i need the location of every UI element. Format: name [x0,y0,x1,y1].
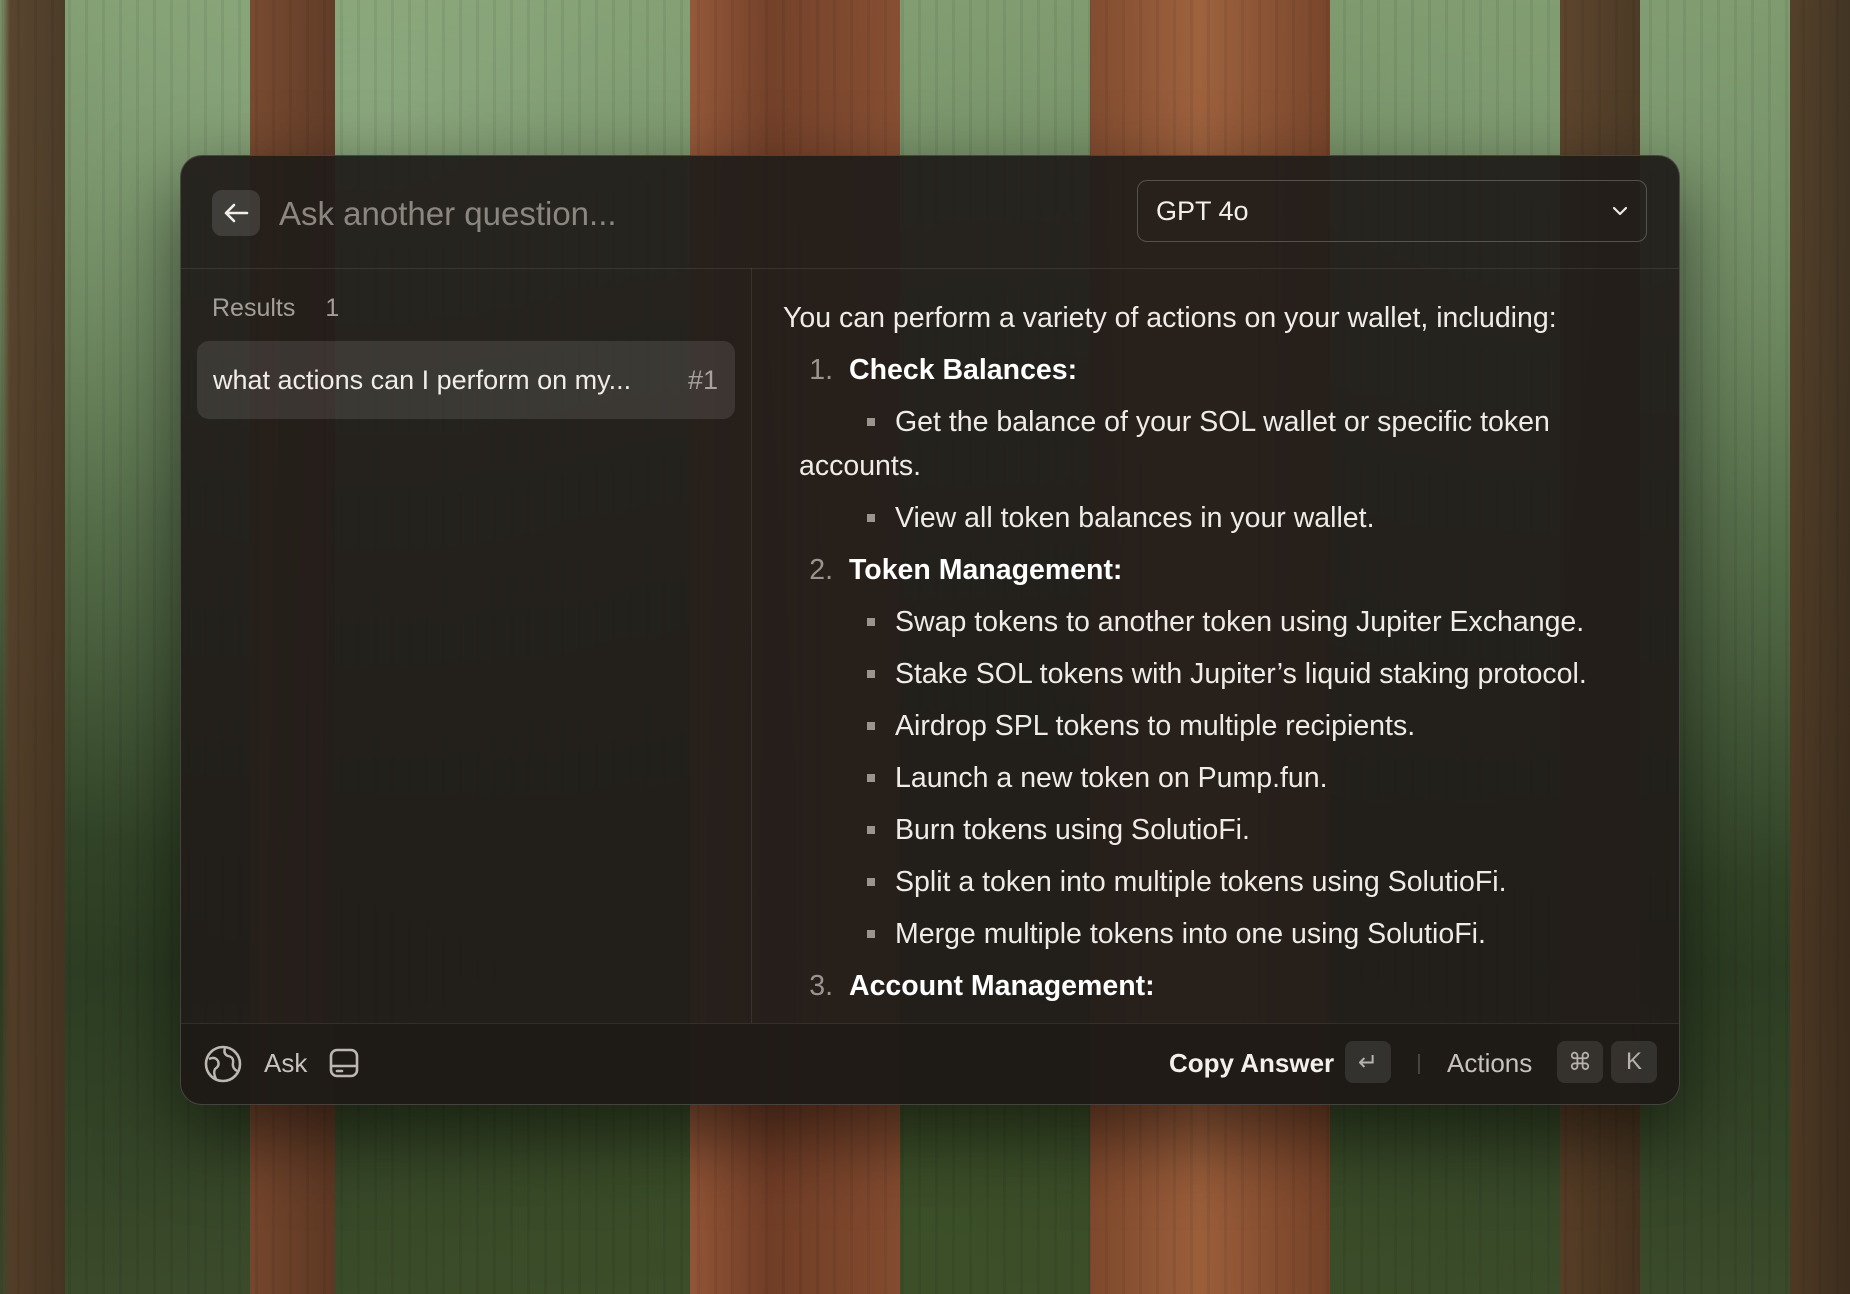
actions-button[interactable]: Actions [1447,1048,1532,1079]
answer-bullet: Airdrop SPL tokens to multiple recipient… [783,704,1649,748]
section-number: 1. [809,354,833,386]
model-dropdown[interactable]: GPT 4o [1137,180,1647,242]
result-item-index: #1 [687,364,718,395]
header-bar: GPT 4o [181,156,1679,269]
answer-panel: You can perform a variety of actions on … [751,268,1679,1023]
globe-icon[interactable] [203,1044,243,1084]
answer-bullet: Split a token into multiple tokens using… [783,860,1649,904]
return-key-badge: ↵ [1345,1041,1391,1083]
arrow-left-icon [224,203,249,223]
answer-bullet: Get the balance of your SOL wallet or sp… [783,400,1649,488]
section-title: Check Balances: [849,354,1078,386]
answer-bullet: Stake SOL tokens with Jupiter’s liquid s… [783,652,1649,696]
hard-drive-icon[interactable] [328,1046,360,1080]
answer-bullet: Merge multiple tokens into one using Sol… [783,912,1649,956]
results-label: Results [212,294,296,322]
answer-intro: You can perform a variety of actions on … [783,302,1557,334]
section-number: 3. [809,970,833,1002]
chevron-down-icon [1612,206,1628,216]
command-key-badge: ⌘ [1557,1041,1603,1083]
section-title: Account Management: [849,970,1155,1002]
results-count: 1 [325,294,340,322]
section-number: 2. [809,554,833,586]
ai-chat-window: GPT 4o Results 1 what actions can I perf… [180,155,1680,1105]
question-input[interactable] [277,186,1101,242]
answer-section: 3. Account Management: [783,964,1649,1016]
answer-bullet: View all token balances in your wallet. [783,496,1649,540]
answer-bullet: Swap tokens to another token using Jupit… [783,600,1649,644]
answer-section: 2. Token Management: Swap tokens to anot… [783,548,1649,956]
answer-bullet: Burn tokens using SolutioFi. [783,808,1649,852]
section-title: Token Management: [849,554,1123,586]
results-sidebar: Results 1 what actions can I perform on … [181,268,752,1023]
answer-sections: 1. Check Balances: Get the balance of yo… [783,348,1649,1016]
k-key-badge: K [1611,1041,1657,1083]
model-selected-label: GPT 4o [1156,195,1249,226]
footer-bar: Ask Copy Answer ↵ Actions ⌘ K [181,1023,1679,1104]
answer-bullet: Launch a new token on Pump.fun. [783,756,1649,800]
back-button[interactable] [212,190,260,236]
result-item-text: what actions can I perform on my... [213,364,632,395]
result-item[interactable]: what actions can I perform on my... #1 [197,341,735,419]
answer-section: 1. Check Balances: Get the balance of yo… [783,348,1649,540]
ask-label[interactable]: Ask [264,1048,307,1079]
results-header: Results 1 [212,294,339,323]
copy-answer-button[interactable]: Copy Answer [1169,1048,1334,1079]
footer-divider [1418,1054,1420,1074]
